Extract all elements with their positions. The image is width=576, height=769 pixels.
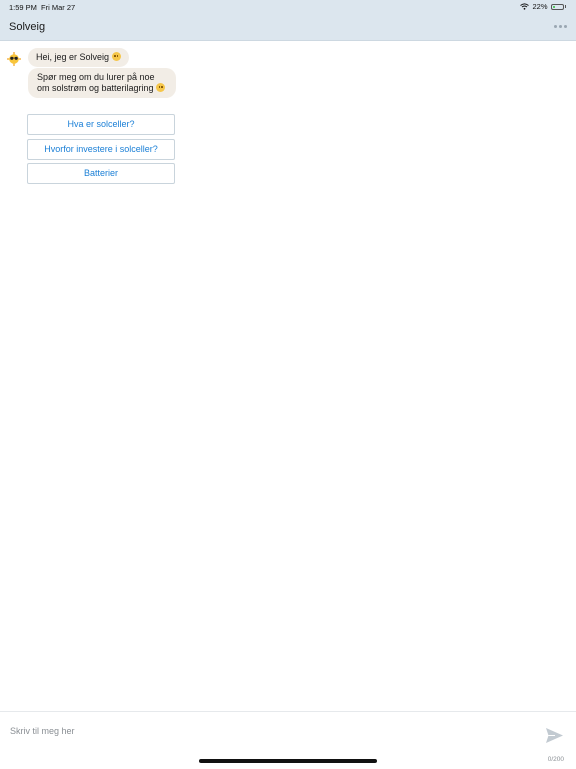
quick-reply-button[interactable]: Hvorfor investere i solceller?	[27, 139, 175, 160]
battery-percent: 22%	[532, 2, 548, 11]
quick-reply-button[interactable]: Hva er solceller?	[27, 114, 175, 135]
home-indicator[interactable]	[199, 759, 377, 763]
battery-level-fill	[552, 5, 555, 8]
bot-message: Hei, jeg er Solveig	[28, 48, 129, 67]
smiling-face-icon	[111, 52, 121, 61]
page-title: Solveig	[9, 21, 46, 33]
status-bar: 1:59 PM Fri Mar 27 22%	[0, 0, 576, 14]
status-date: Fri Mar 27	[41, 3, 76, 12]
smiling-face-icon	[156, 83, 166, 92]
message-text: Hei, jeg er Solveig	[36, 52, 110, 62]
status-time: 1:59 PM	[9, 3, 37, 12]
sun-face-avatar	[7, 52, 21, 66]
send-arrow-icon[interactable]	[545, 727, 564, 744]
more-dots-icon[interactable]	[554, 25, 567, 28]
message-text: Spør meg om du lurer på noe om solstrøm …	[37, 72, 155, 93]
chat-header: Solveig	[0, 14, 576, 41]
quick-reply-button[interactable]: Batterier	[27, 163, 175, 184]
bot-message: Spør meg om du lurer på noe om solstrøm …	[28, 68, 176, 98]
battery-icon	[550, 3, 564, 10]
wifi-icon	[520, 3, 530, 10]
message-input[interactable]	[10, 724, 510, 738]
character-counter: 0/200	[547, 756, 564, 763]
battery-cap	[564, 5, 566, 8]
